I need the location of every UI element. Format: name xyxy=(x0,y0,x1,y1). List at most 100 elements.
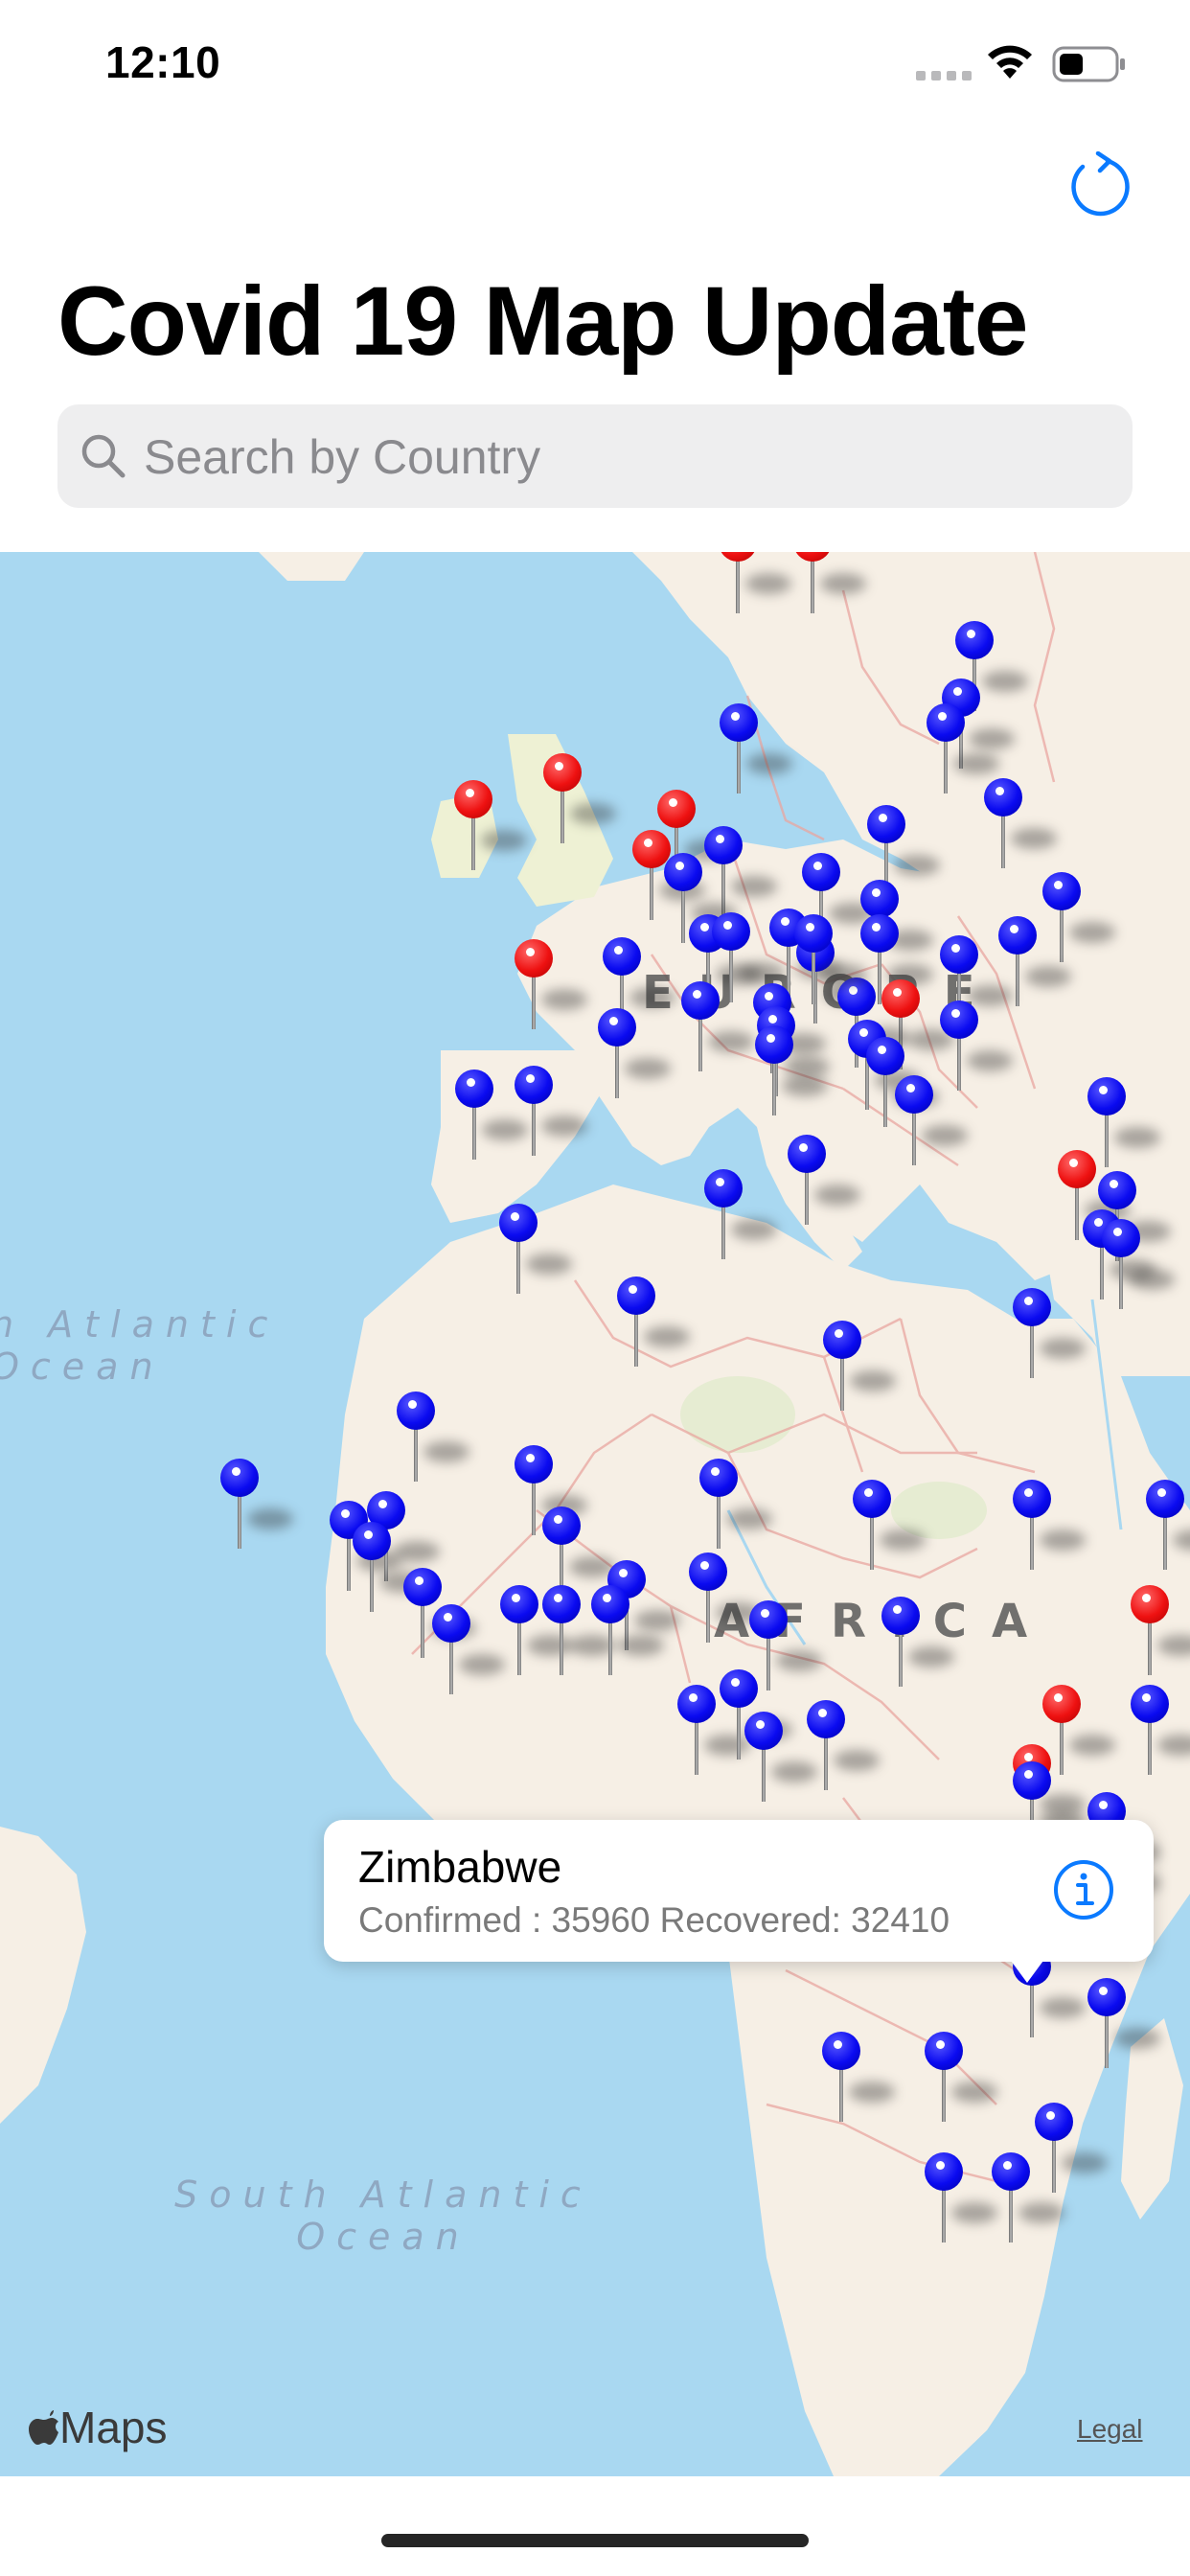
pin-shadow xyxy=(1129,1269,1175,1290)
map-pin[interactable] xyxy=(743,1712,817,1807)
pin-needle xyxy=(870,1514,874,1570)
map-pin[interactable] xyxy=(1033,2103,1108,2198)
pin-needle xyxy=(698,1016,702,1071)
map-pin[interactable] xyxy=(497,1204,572,1300)
map-pin[interactable] xyxy=(596,1008,671,1104)
map-pin[interactable] xyxy=(218,1459,293,1554)
map-pin[interactable] xyxy=(990,2152,1064,2248)
map-pin[interactable] xyxy=(452,780,527,876)
map-view[interactable]: n Atlantic Ocean South Atlantic Ocean EU… xyxy=(0,552,1190,2476)
map-pin[interactable] xyxy=(923,2032,997,2128)
pin-shadow xyxy=(423,1441,469,1462)
map-pin[interactable] xyxy=(513,939,587,1035)
map-pin[interactable] xyxy=(687,1552,762,1648)
pin-head xyxy=(699,1459,738,1497)
pin-needle xyxy=(608,1620,612,1675)
pin-shadow xyxy=(1114,2028,1160,2049)
map-pin[interactable] xyxy=(805,1700,880,1796)
map-pin[interactable] xyxy=(513,1066,587,1162)
search-bar[interactable] xyxy=(57,404,1133,510)
pin-head xyxy=(822,2032,860,2070)
map-pin[interactable] xyxy=(792,914,867,1010)
pin-needle xyxy=(517,1620,521,1675)
pin-shadow xyxy=(526,1254,572,1275)
map-pin[interactable] xyxy=(718,703,792,799)
refresh-icon xyxy=(1071,151,1130,217)
map-pin[interactable] xyxy=(753,1025,828,1121)
pin-head xyxy=(925,2032,963,2070)
pin-needle xyxy=(762,1746,766,1802)
map-pin[interactable] xyxy=(821,1321,896,1416)
pin-head xyxy=(432,1604,470,1643)
map-pin[interactable] xyxy=(1129,1585,1190,1681)
map-pin[interactable] xyxy=(1129,1685,1190,1781)
map-pin[interactable] xyxy=(675,1685,750,1781)
pin-shadow xyxy=(953,753,999,774)
pin-head xyxy=(1013,1480,1051,1518)
pin-shadow xyxy=(1069,922,1115,943)
pin-head xyxy=(591,1585,629,1623)
pin-head xyxy=(853,1480,891,1518)
map-pin[interactable] xyxy=(880,1597,954,1692)
map-pin[interactable] xyxy=(1144,1480,1190,1576)
pin-head xyxy=(515,1066,553,1104)
map-pin[interactable] xyxy=(851,1480,926,1576)
map-pin[interactable] xyxy=(589,1585,664,1681)
pin-needle xyxy=(1016,951,1019,1006)
pin-needle xyxy=(560,1620,563,1675)
pin-head xyxy=(499,1204,538,1242)
map-pin[interactable] xyxy=(395,1392,469,1487)
legal-link[interactable]: Legal xyxy=(1077,2414,1143,2445)
map-pin[interactable] xyxy=(679,981,754,1077)
refresh-button[interactable] xyxy=(1065,151,1134,220)
map-pin[interactable] xyxy=(1086,1978,1160,2074)
pin-head xyxy=(720,1669,758,1708)
map-pin[interactable] xyxy=(923,2152,997,2248)
pin-shadow xyxy=(247,1508,293,1530)
pin-shadow xyxy=(834,1750,880,1771)
map-pin[interactable] xyxy=(540,1585,615,1681)
pin-shadow xyxy=(967,1050,1013,1071)
pin-head xyxy=(867,805,905,843)
pin-needle xyxy=(805,1169,809,1225)
map-pin[interactable] xyxy=(702,1169,777,1265)
map-pin[interactable] xyxy=(938,1000,1013,1096)
map-pin[interactable] xyxy=(1100,1219,1175,1315)
pin-head xyxy=(664,853,702,891)
pin-shadow xyxy=(1157,1735,1190,1756)
map-pin[interactable] xyxy=(498,1585,573,1681)
map-pin[interactable] xyxy=(615,1276,690,1372)
map-pin[interactable] xyxy=(541,753,616,849)
map-pin[interactable] xyxy=(698,1459,772,1554)
pin-needle xyxy=(944,738,948,794)
pin-shadow xyxy=(708,1031,754,1052)
map-pin[interactable] xyxy=(430,1604,505,1700)
map-pin[interactable] xyxy=(791,552,866,619)
map-pin[interactable] xyxy=(453,1070,528,1165)
map-pin[interactable] xyxy=(1011,1288,1086,1384)
pin-head xyxy=(657,790,696,828)
home-indicator[interactable] xyxy=(381,2534,809,2547)
map-pin[interactable] xyxy=(893,1075,968,1171)
map-pin[interactable] xyxy=(1041,872,1115,968)
pin-head xyxy=(1087,1077,1126,1116)
map-pin[interactable] xyxy=(351,1522,425,1618)
pin-needle xyxy=(650,864,653,920)
pin-head xyxy=(866,1037,904,1075)
pin-needle xyxy=(824,1735,828,1790)
map-pin[interactable] xyxy=(820,2032,895,2128)
map-pin[interactable] xyxy=(982,778,1057,874)
map-pin[interactable] xyxy=(786,1135,860,1230)
pin-shadow xyxy=(746,753,792,774)
pin-shadow xyxy=(731,876,777,897)
pin-needle xyxy=(721,1204,725,1259)
info-button[interactable] xyxy=(1052,1858,1115,1921)
map-pin[interactable] xyxy=(1011,1480,1086,1576)
pin-needle xyxy=(729,947,733,1002)
pin-head xyxy=(925,2152,963,2191)
search-input[interactable] xyxy=(142,404,1113,510)
map-pin[interactable] xyxy=(925,703,999,799)
map-pin[interactable] xyxy=(717,552,791,619)
callout-subtitle: Confirmed : 35960 Recovered: 32410 xyxy=(358,1900,950,1940)
country-callout[interactable]: Zimbabwe Confirmed : 35960 Recovered: 32… xyxy=(324,1820,1154,1983)
